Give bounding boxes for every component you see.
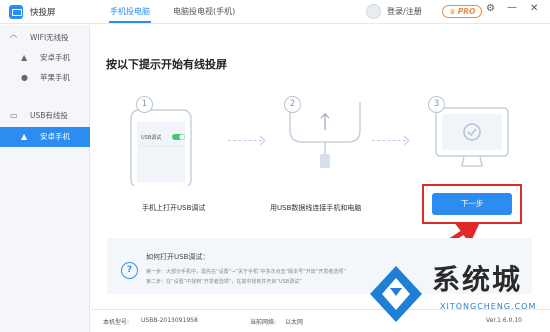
step-arrow-icon <box>228 140 262 141</box>
step-3-number: 3 <box>428 96 445 113</box>
network-label: 当前网络: <box>250 319 277 326</box>
wifi-icon: ◠ <box>10 33 17 42</box>
network-value: 以太网 <box>285 319 304 326</box>
pro-badge-label: PRO <box>457 7 476 16</box>
page-title: 按以下提示开始有线投屏 <box>106 58 227 71</box>
minimize-icon[interactable]: — <box>507 2 517 13</box>
watermark-text: 系统城 <box>432 263 523 296</box>
sidebar-group-label: USB有线投 <box>30 111 68 120</box>
app-logo-icon <box>9 5 23 19</box>
android-icon: ▲ <box>21 53 28 62</box>
usb-debug-toggle-label: USB调试 <box>141 135 162 141</box>
usb-icon: ▭ <box>10 111 18 120</box>
watermark-url: XITONGCHENG.COM <box>440 302 537 311</box>
sidebar-group-wifi[interactable]: ◠ WIFI无线投 <box>0 28 90 48</box>
active-tab-indicator <box>109 21 151 23</box>
step-arrow-icon <box>372 140 406 141</box>
help-question-icon: ? <box>121 262 138 279</box>
sidebar-item-wifi-apple[interactable]: ● 苹果手机 <box>0 68 90 88</box>
step-1-number: 1 <box>136 96 153 113</box>
usb-cable-illustration <box>289 102 361 168</box>
apple-icon: ● <box>21 73 28 82</box>
device-model-value: USBB-2013091958 <box>141 317 198 324</box>
login-register-link[interactable]: 登录/注册 <box>387 6 422 17</box>
crown-icon: ♛ <box>449 7 456 16</box>
phone-usb-debug-illustration <box>130 109 192 186</box>
title-bar: 快投屏 手机投电脑 电脑投电视(手机) 登录/注册 ♛ PRO ⚙ — ✕ <box>0 0 550 24</box>
sidebar-item-wifi-android[interactable]: ▲ 安卓手机 <box>0 48 90 68</box>
avatar[interactable] <box>366 4 381 19</box>
settings-icon[interactable]: ⚙ <box>486 3 495 14</box>
step-2-caption: 用USB数据线连接手机和电脑 <box>270 204 362 212</box>
sidebar-item-label: 安卓手机 <box>40 53 70 62</box>
sidebar-item-label: 苹果手机 <box>40 73 70 82</box>
step-2-number: 2 <box>284 96 301 113</box>
step-1-caption: 手机上打开USB调试 <box>142 204 206 212</box>
help-title: 如何打开USB调试： <box>146 253 210 261</box>
tab-pc-to-tv[interactable]: 电脑投电视(手机) <box>173 6 235 17</box>
close-icon[interactable]: ✕ <box>530 3 538 14</box>
android-icon: ▲ <box>21 132 28 141</box>
device-model-label: 本机型号: <box>103 319 130 326</box>
app-name: 快投屏 <box>30 8 56 18</box>
pro-badge[interactable]: ♛ PRO <box>442 5 483 18</box>
sidebar-group-label: WIFI无线投 <box>30 33 69 42</box>
sidebar-group-usb[interactable]: ▭ USB有线投 <box>0 106 90 126</box>
tab-phone-to-pc[interactable]: 手机投电脑 <box>110 6 150 17</box>
sidebar-item-label: 安卓手机 <box>40 132 70 141</box>
sidebar-item-usb-android[interactable]: ▲ 安卓手机 <box>0 127 90 147</box>
monitor-illustration <box>435 107 509 167</box>
